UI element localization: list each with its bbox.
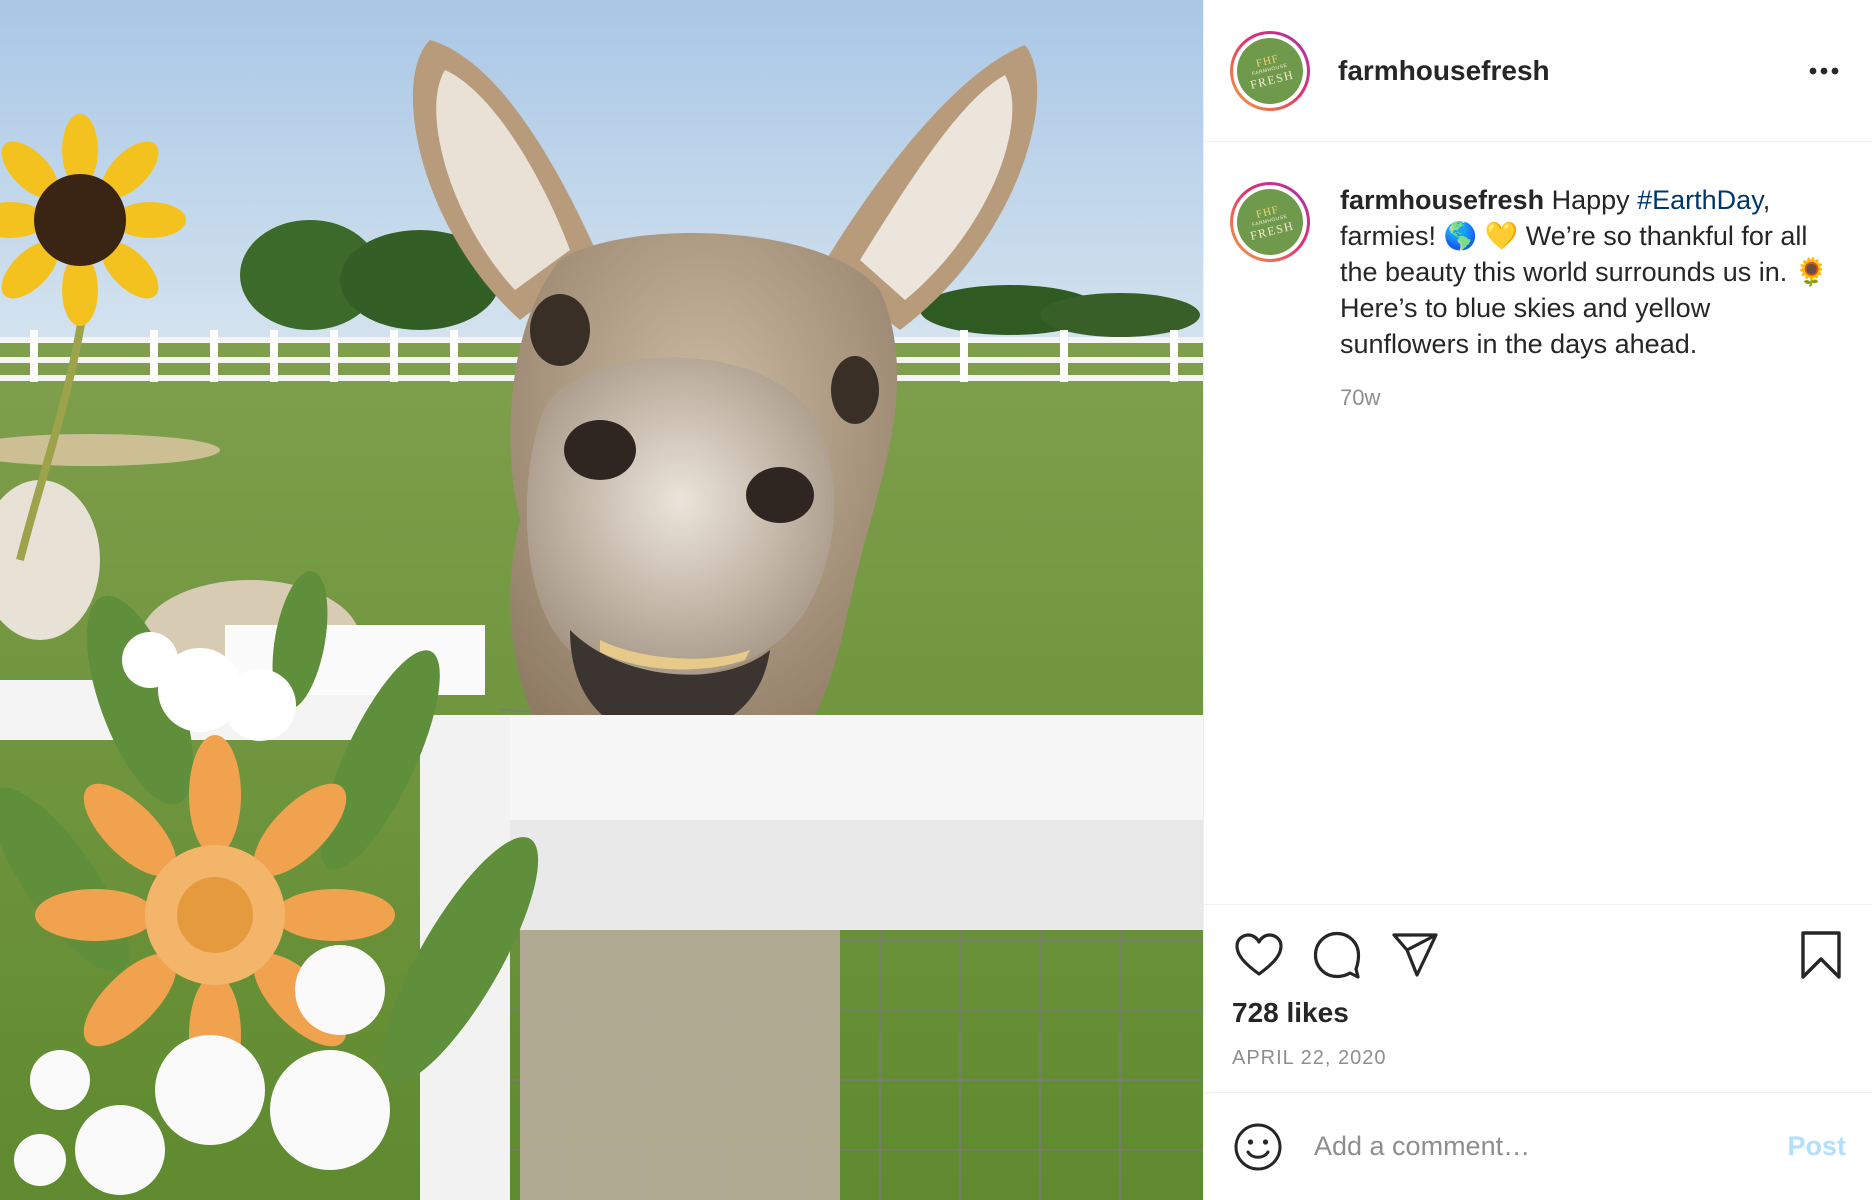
caption-author-avatar[interactable]: FHF FARMHOUSE FRESH [1229,181,1311,263]
post-details-panel: FHF FARMHOUSE FRESH farmhousefresh FHF F… [1204,0,1872,1200]
caption-username[interactable]: farmhousefresh [1340,185,1544,215]
post-caption: farmhousefresh Happy #EarthDay, farmies!… [1340,182,1840,362]
post-time-ago[interactable]: 70w [1340,384,1840,412]
caption-section: FHF FARMHOUSE FRESH farmhousefresh Happy… [1204,142,1872,904]
likes-count[interactable]: 728 likes [1232,997,1848,1029]
more-options-icon[interactable] [1802,49,1846,93]
send-icon[interactable] [1388,928,1442,982]
farmhousefresh-logo: FHF FARMHOUSE FRESH [1229,181,1311,263]
bookmark-icon[interactable] [1794,928,1848,982]
author-username[interactable]: farmhousefresh [1338,55,1802,87]
comment-bar: Post [1204,1092,1872,1200]
comment-input[interactable] [1312,1130,1788,1163]
caption-text: Happy [1544,185,1638,215]
farmhousefresh-logo: FHF FARMHOUSE FRESH [1229,30,1311,111]
action-bar [1232,927,1848,983]
post-photo[interactable] [0,0,1204,1200]
instagram-post-modal: FHF FARMHOUSE FRESH farmhousefresh FHF F… [0,0,1872,1200]
post-header: FHF FARMHOUSE FRESH farmhousefresh [1204,0,1872,142]
post-date[interactable]: APRIL 22, 2020 [1232,1047,1848,1070]
comment-icon[interactable] [1310,928,1364,982]
emoji-icon[interactable] [1232,1121,1284,1173]
heart-icon[interactable] [1232,928,1286,982]
author-avatar[interactable]: FHF FARMHOUSE FRESH [1229,30,1311,111]
caption-hashtag[interactable]: #EarthDay [1637,185,1763,215]
avatar-frame: FHF FARMHOUSE FRESH [1229,181,1311,263]
post-image [0,0,1203,1200]
post-actions-section: 728 likes APRIL 22, 2020 [1204,904,1872,1092]
post-comment-button[interactable]: Post [1787,1131,1846,1162]
avatar-frame: FHF FARMHOUSE FRESH [1229,30,1311,111]
